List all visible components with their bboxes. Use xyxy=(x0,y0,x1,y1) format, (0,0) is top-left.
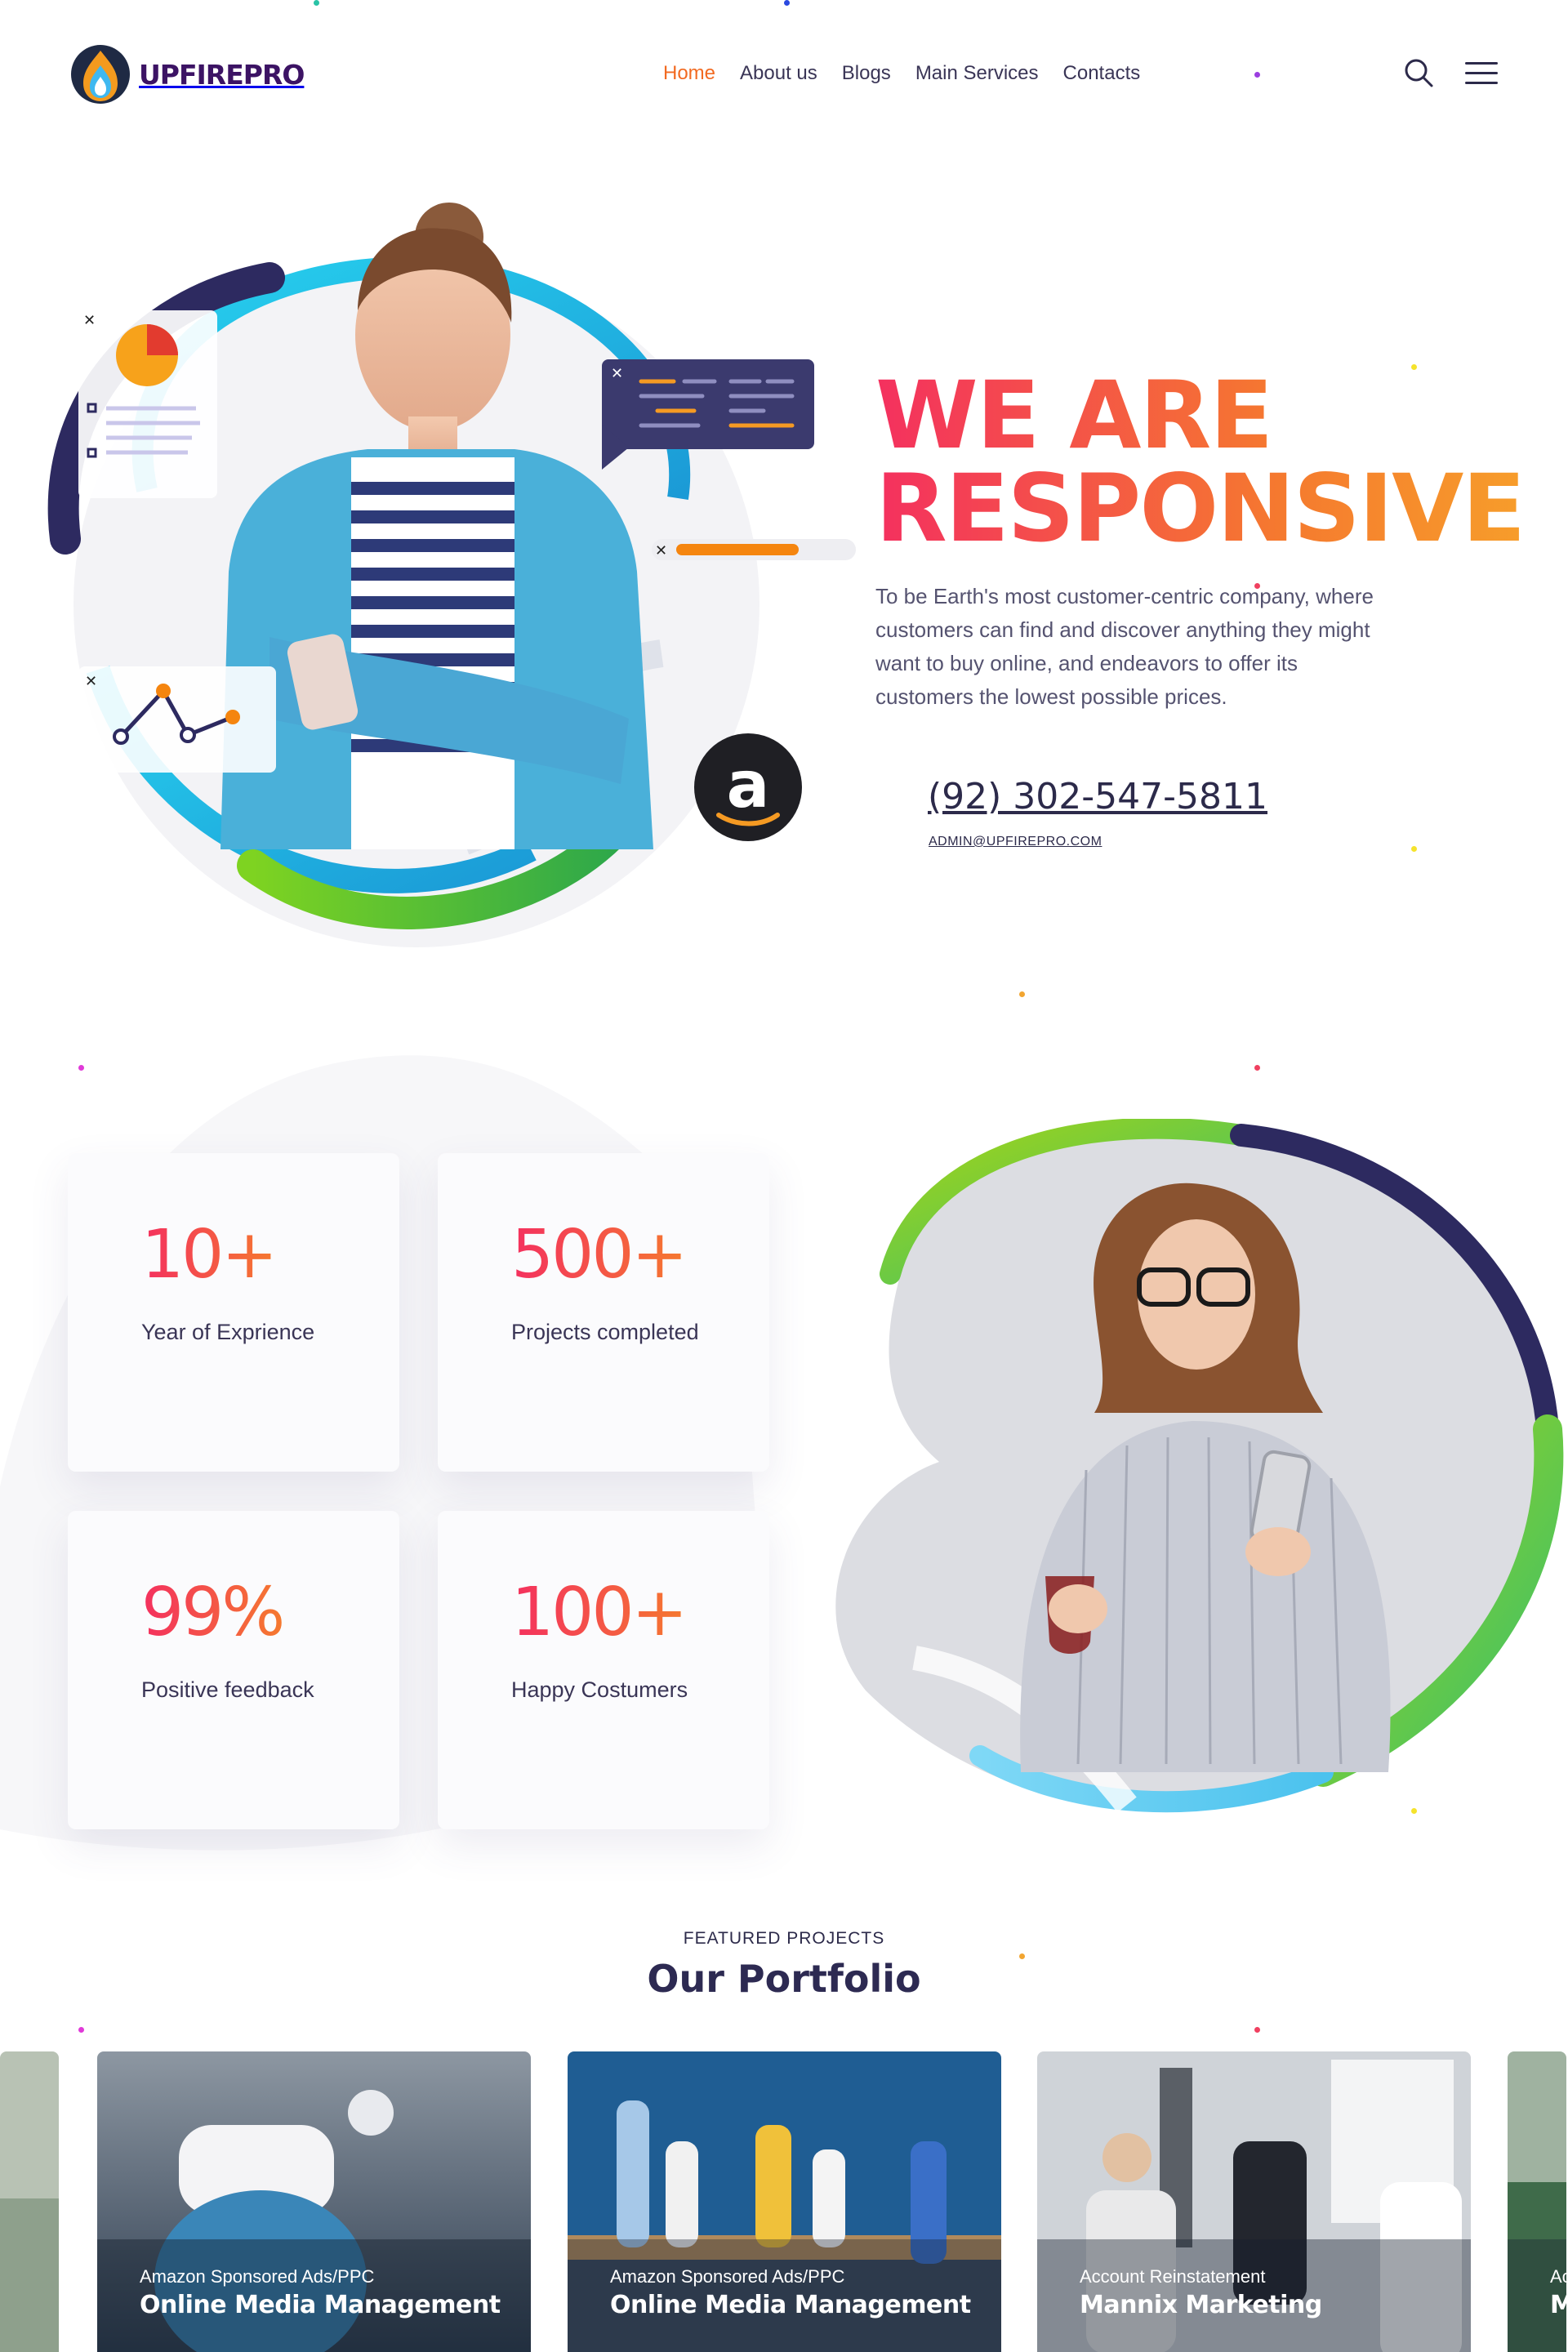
portfolio-name: Online Media Management xyxy=(140,2291,501,2319)
stat-value: 500+ xyxy=(511,1216,688,1294)
hero-title: WE ARE RESPONSIVE xyxy=(875,369,1545,555)
portfolio-name: M xyxy=(1550,2291,1566,2319)
stat-label: Positive feedback xyxy=(141,1677,314,1702)
hero-title-line-1: WE ARE xyxy=(875,361,1272,470)
amazon-badge-letter: a xyxy=(727,749,770,822)
portfolio-card-partial-next[interactable]: Ac M xyxy=(1508,2051,1566,2352)
stat-card-feedback: 99% Positive feedback xyxy=(68,1511,399,1829)
nav-item-blogs[interactable]: Blogs xyxy=(842,62,891,85)
site-header: UPFIREPRO Home About us Blogs Main Servi… xyxy=(0,0,1568,147)
decor-dot xyxy=(78,2027,84,2033)
stats-illustration xyxy=(835,1119,1564,1813)
portfolio-card-partial-prev[interactable] xyxy=(0,2051,59,2352)
search-icon[interactable] xyxy=(1403,57,1434,88)
hero-description: To be Earth's most customer-centric comp… xyxy=(875,584,1374,709)
nav-item-main-services[interactable]: Main Services xyxy=(915,62,1039,85)
decor-dot xyxy=(1411,846,1417,852)
portfolio-card[interactable]: Account Reinstatement Mannix Marketing xyxy=(1037,2051,1471,2352)
svg-text:✕: ✕ xyxy=(85,673,97,690)
stat-card-projects: 500+ Projects completed xyxy=(438,1153,769,1472)
svg-text:✕: ✕ xyxy=(83,312,96,329)
main-nav: Home About us Blogs Main Services Contac… xyxy=(663,59,1140,88)
stat-label: Happy Costumers xyxy=(511,1677,688,1702)
stat-card-experience: 10+ Year of Exprience xyxy=(68,1153,399,1472)
stat-label: Year of Exprience xyxy=(141,1320,315,1344)
portfolio-title: Our Portfolio xyxy=(647,1957,921,2001)
stat-value: 99% xyxy=(141,1574,285,1651)
portfolio-category: Amazon Sponsored Ads/PPC xyxy=(140,2266,375,2287)
flame-logo-icon xyxy=(71,45,130,104)
portfolio-card[interactable]: Amazon Sponsored Ads/PPC Online Media Ma… xyxy=(568,2051,1001,2352)
stat-value: 100+ xyxy=(511,1574,688,1651)
stat-card-customers: 100+ Happy Costumers xyxy=(438,1511,769,1829)
hamburger-menu-icon[interactable] xyxy=(1465,60,1498,87)
portfolio-name: Online Media Management xyxy=(610,2291,971,2319)
contact-phone-link[interactable]: (92) 302-547-5811 xyxy=(928,776,1267,817)
nav-item-home[interactable]: Home xyxy=(663,62,715,85)
portfolio-name: Mannix Marketing xyxy=(1080,2291,1322,2319)
portfolio-category: Ac xyxy=(1550,2266,1566,2287)
brand-name: UPFIREPRO xyxy=(139,58,305,91)
hero-title-line-2: RESPONSIVE xyxy=(875,454,1525,563)
svg-text:✕: ✕ xyxy=(611,365,623,382)
portfolio-card[interactable]: Amazon Sponsored Ads/PPC Online Media Ma… xyxy=(97,2051,531,2352)
decor-dot xyxy=(1254,2027,1260,2033)
stat-value: 10+ xyxy=(141,1216,278,1294)
contact-email-link[interactable]: ADMIN@UPFIREPRO.COM xyxy=(929,835,1102,849)
portfolio-category: Amazon Sponsored Ads/PPC xyxy=(610,2266,845,2287)
portfolio-category: Account Reinstatement xyxy=(1080,2266,1266,2287)
hero-illustration: ✕ ✕ ✕ ✕ a xyxy=(47,203,856,947)
brand-logo[interactable]: UPFIREPRO xyxy=(70,44,305,105)
portfolio-kicker: FEATURED PROJECTS xyxy=(683,1929,885,1948)
stat-label: Projects completed xyxy=(511,1320,699,1344)
decor-dot xyxy=(1019,991,1025,997)
nav-item-contacts[interactable]: Contacts xyxy=(1063,62,1141,85)
portfolio-image xyxy=(0,2051,59,2352)
nav-item-about-us[interactable]: About us xyxy=(740,62,817,85)
svg-text:✕: ✕ xyxy=(655,542,667,559)
